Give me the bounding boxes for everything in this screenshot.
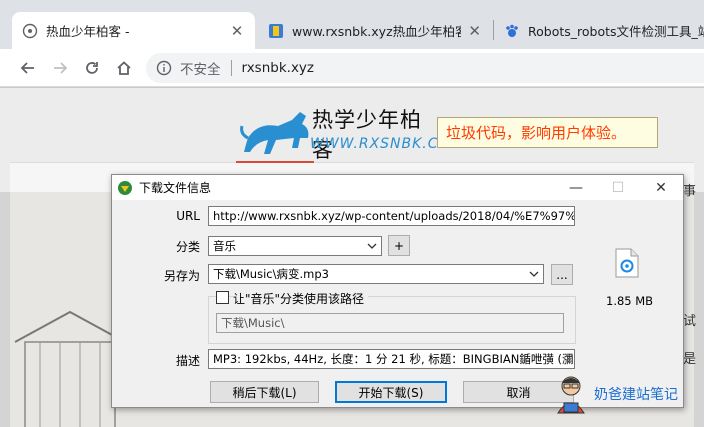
- logo-title: 热学少年柏客: [312, 108, 422, 162]
- rxsnbk-favicon-icon: [268, 23, 284, 39]
- description-field[interactable]: MP3: 192kbs, 44Hz, 长度：1 分 21 秒, 标题：BINGB…: [208, 349, 575, 369]
- audio-file-icon: [615, 248, 639, 278]
- tab-title: 热血少年柏客 -: [46, 24, 130, 39]
- security-label: 不安全: [180, 62, 221, 78]
- tab-active[interactable]: 热血少年柏客 - ✕: [12, 12, 255, 49]
- browse-button[interactable]: ...: [551, 264, 573, 285]
- chevron-down-icon: [367, 243, 377, 249]
- tab-title: Robots_robots文件检测工具_站: [528, 24, 704, 39]
- watermark: 奶爸建站笔记: [552, 372, 700, 416]
- url-text: rxsnbk.xyz: [241, 60, 315, 76]
- tab-rxsnbk[interactable]: www.rxsnbk.xyz热血少年柏客 - ✕: [258, 12, 492, 49]
- tab-close-icon[interactable]: ✕: [229, 22, 245, 40]
- download-later-button[interactable]: 稍后下载(L): [210, 381, 319, 403]
- forward-arrow-icon: [54, 62, 68, 74]
- tab-strip: 热血少年柏客 - ✕ www.rxsnbk.xyz热血少年柏客 - ✕ Robo…: [0, 0, 704, 49]
- reload-icon: [86, 62, 98, 74]
- url-label: URL: [176, 209, 200, 223]
- paw-favicon-icon: [504, 23, 520, 39]
- description-label: 描述: [175, 354, 200, 368]
- close-icon: ✕: [655, 179, 667, 196]
- tab-close-icon[interactable]: ✕: [467, 22, 482, 40]
- save-as-label: 另存为: [163, 269, 200, 283]
- divider: [230, 60, 232, 76]
- minimize-button[interactable]: —: [558, 175, 594, 200]
- url-field[interactable]: http://www.rxsnbk.xyz/wp-content/uploads…: [208, 206, 575, 226]
- category-path-value: 下载\Music\: [221, 316, 285, 330]
- minimize-icon: —: [569, 179, 583, 196]
- site-logo[interactable]: 热学少年柏客 WWW.RXSNBK.COM: [240, 102, 463, 162]
- globe-icon: [22, 23, 38, 39]
- browser-toolbar: 不安全 rxsnbk.xyz: [0, 49, 704, 87]
- watermark-text: 奶爸建站笔记: [594, 387, 678, 403]
- save-as-value: 下载\Music\病变.mp3: [213, 267, 329, 281]
- back-button[interactable]: [14, 54, 42, 82]
- tab-robots[interactable]: Robots_robots文件检测工具_站: [494, 12, 704, 49]
- maximize-button: ☐: [600, 175, 636, 200]
- file-size: 1.85 MB: [606, 294, 654, 308]
- add-category-button[interactable]: +: [388, 235, 410, 256]
- home-button[interactable]: [110, 54, 138, 82]
- page-text-fragment: 试: [682, 314, 696, 329]
- cartoon-avatar-icon: [557, 376, 585, 414]
- category-path-field: 下载\Music\: [216, 313, 564, 333]
- start-download-button[interactable]: 开始下载(S): [335, 381, 447, 403]
- back-arrow-icon: [20, 62, 34, 74]
- save-as-combo[interactable]: 下载\Music\病变.mp3: [208, 264, 544, 284]
- maximize-icon: ☐: [611, 179, 625, 196]
- category-value: 音乐: [213, 239, 236, 253]
- horse-logo-icon: [240, 112, 309, 154]
- info-icon: [156, 60, 172, 76]
- url-value: http://www.rxsnbk.xyz/wp-content/uploads…: [213, 209, 575, 223]
- forward-button[interactable]: [46, 54, 74, 82]
- category-label: 分类: [175, 240, 200, 254]
- description-value: MP3: 192kbs, 44Hz, 长度：1 分 21 秒, 标题：BINGB…: [213, 352, 575, 366]
- use-path-label: 让"音乐"分类使用该路径: [233, 290, 369, 307]
- tooltip: 垃圾代码，影响用户体验。: [437, 117, 658, 148]
- idm-app-icon: [118, 180, 132, 195]
- address-bar[interactable]: 不安全 rxsnbk.xyz: [146, 53, 704, 83]
- page-text-fragment: 是: [682, 352, 696, 367]
- dialog-titlebar[interactable]: 下载文件信息 — ☐ ✕: [112, 175, 683, 200]
- close-button[interactable]: ✕: [643, 175, 679, 200]
- tab-title: www.rxsnbk.xyz热血少年柏客 -: [292, 24, 462, 39]
- category-select[interactable]: 音乐: [208, 236, 382, 256]
- page-text-fragment: 事: [682, 184, 696, 199]
- chevron-down-icon: [529, 271, 539, 277]
- dialog-title: 下载文件信息: [139, 181, 212, 195]
- reload-button[interactable]: [78, 54, 106, 82]
- home-icon: [117, 61, 131, 75]
- use-path-checkbox[interactable]: [216, 291, 229, 304]
